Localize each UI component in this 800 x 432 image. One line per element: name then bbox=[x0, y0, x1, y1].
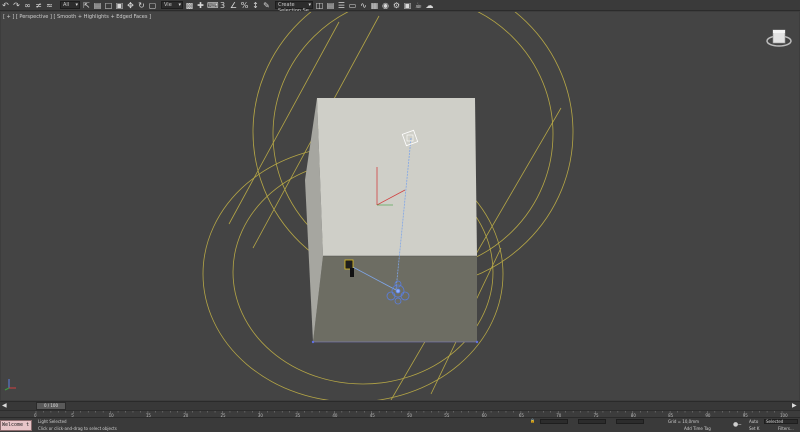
percent-snap-icon[interactable]: % bbox=[240, 1, 249, 10]
auto-key-button[interactable]: Auto bbox=[749, 419, 758, 424]
selection-region-icon[interactable]: □ bbox=[104, 1, 113, 10]
x-coordinate-field[interactable] bbox=[540, 419, 568, 424]
window-crossing-icon[interactable]: ▣ bbox=[115, 1, 124, 10]
time-slider-thumb[interactable]: 0 / 100 bbox=[36, 402, 66, 410]
viewcube-icon[interactable] bbox=[765, 26, 793, 50]
mirror-icon[interactable]: ◫ bbox=[315, 1, 324, 10]
pivot-center-icon[interactable]: ▩ bbox=[185, 1, 194, 10]
y-coordinate-field[interactable] bbox=[578, 419, 606, 424]
main-toolbar: ↶ ↷ ∞ ≠ ≈ All ⇱ ▤ □ ▣ ✥ ↻ ▢ Vie ▩ ✚ ⌨ 3 … bbox=[0, 0, 800, 14]
box-shadow bbox=[313, 256, 477, 342]
prompt-line: Click or click-and-drag to select object… bbox=[38, 426, 117, 431]
prev-frame-icon[interactable]: ◀ bbox=[2, 402, 7, 409]
maxscript-listener-field[interactable]: Welcome t bbox=[0, 420, 32, 431]
set-key-button[interactable]: Set K bbox=[749, 426, 759, 431]
render-production-icon[interactable]: ☕ bbox=[414, 1, 423, 10]
time-slider[interactable]: ◀ 0 / 100 ▶ bbox=[0, 401, 800, 410]
selection-status: Light Selected bbox=[38, 419, 67, 424]
key-filters-button[interactable]: Filters... bbox=[778, 426, 794, 431]
lock-selection-icon[interactable]: 🔒 bbox=[530, 418, 535, 423]
link-icon[interactable]: ∞ bbox=[23, 1, 32, 10]
z-coordinate-field[interactable] bbox=[616, 419, 644, 424]
select-manipulate-icon[interactable]: ✚ bbox=[196, 1, 205, 10]
key-filter-dropdown[interactable]: Selected bbox=[764, 419, 798, 424]
select-by-name-icon[interactable]: ▤ bbox=[93, 1, 102, 10]
rendered-frame-window-icon[interactable]: ▣ bbox=[403, 1, 412, 10]
bind-space-warp-icon[interactable]: ≈ bbox=[45, 1, 54, 10]
track-bar[interactable]: 0 5 10 15 20 25 30 35 40 45 50 55 60 65 70 75 80 85 90 95 10… bbox=[0, 410, 800, 418]
schematic-view-icon[interactable]: ▦ bbox=[370, 1, 379, 10]
box-front-face[interactable] bbox=[317, 98, 477, 256]
curve-editor-icon[interactable]: ∿ bbox=[359, 1, 368, 10]
toggle-ribbon-icon[interactable]: ▭ bbox=[348, 1, 357, 10]
material-editor-icon[interactable]: ◉ bbox=[381, 1, 390, 10]
selection-filter-dropdown[interactable]: All bbox=[60, 1, 80, 9]
world-axis-tripod-icon bbox=[4, 379, 16, 391]
align-icon[interactable]: ▤ bbox=[326, 1, 335, 10]
keyboard-shortcut-icon[interactable]: ⌨ bbox=[207, 1, 219, 10]
named-selection-set-dropdown[interactable]: Create Selection Se bbox=[275, 1, 313, 14]
edit-named-selection-icon[interactable]: ✎ bbox=[262, 1, 271, 10]
key-mode-icon[interactable]: ●⎯ bbox=[733, 421, 741, 429]
grid-size-readout: Grid = 10,0mm bbox=[668, 419, 699, 424]
next-frame-icon[interactable]: ▶ bbox=[792, 402, 797, 409]
redo-icon[interactable]: ↷ bbox=[12, 1, 21, 10]
unlink-icon[interactable]: ≠ bbox=[34, 1, 43, 10]
scale-icon[interactable]: ▢ bbox=[148, 1, 157, 10]
move-icon[interactable]: ✥ bbox=[126, 1, 135, 10]
perspective-viewport[interactable]: [ + ] [ Perspective ] [ Smooth + Highlig… bbox=[0, 11, 800, 401]
status-bar: Welcome t Light Selected Click or click-… bbox=[0, 417, 800, 432]
reference-coordinate-dropdown[interactable]: Vie bbox=[161, 1, 183, 9]
spinner-snap-icon[interactable]: ↕ bbox=[251, 1, 260, 10]
select-object-icon[interactable]: ⇱ bbox=[82, 1, 91, 10]
angle-snap-icon[interactable]: ∠ bbox=[229, 1, 238, 10]
render-iterative-icon[interactable]: ☁ bbox=[425, 1, 434, 10]
layer-explorer-icon[interactable]: ☰ bbox=[337, 1, 346, 10]
rotate-icon[interactable]: ↻ bbox=[137, 1, 146, 10]
undo-icon[interactable]: ↶ bbox=[1, 1, 10, 10]
viewport-label-menu[interactable]: [ + ] [ Perspective ] [ Smooth + Highlig… bbox=[3, 14, 151, 20]
add-time-tag-button[interactable]: Add Time Tag bbox=[684, 426, 711, 431]
snaps-toggle-icon[interactable]: 3 bbox=[218, 1, 227, 10]
render-setup-icon[interactable]: ⚙ bbox=[392, 1, 401, 10]
scene-canvas[interactable] bbox=[1, 12, 800, 401]
